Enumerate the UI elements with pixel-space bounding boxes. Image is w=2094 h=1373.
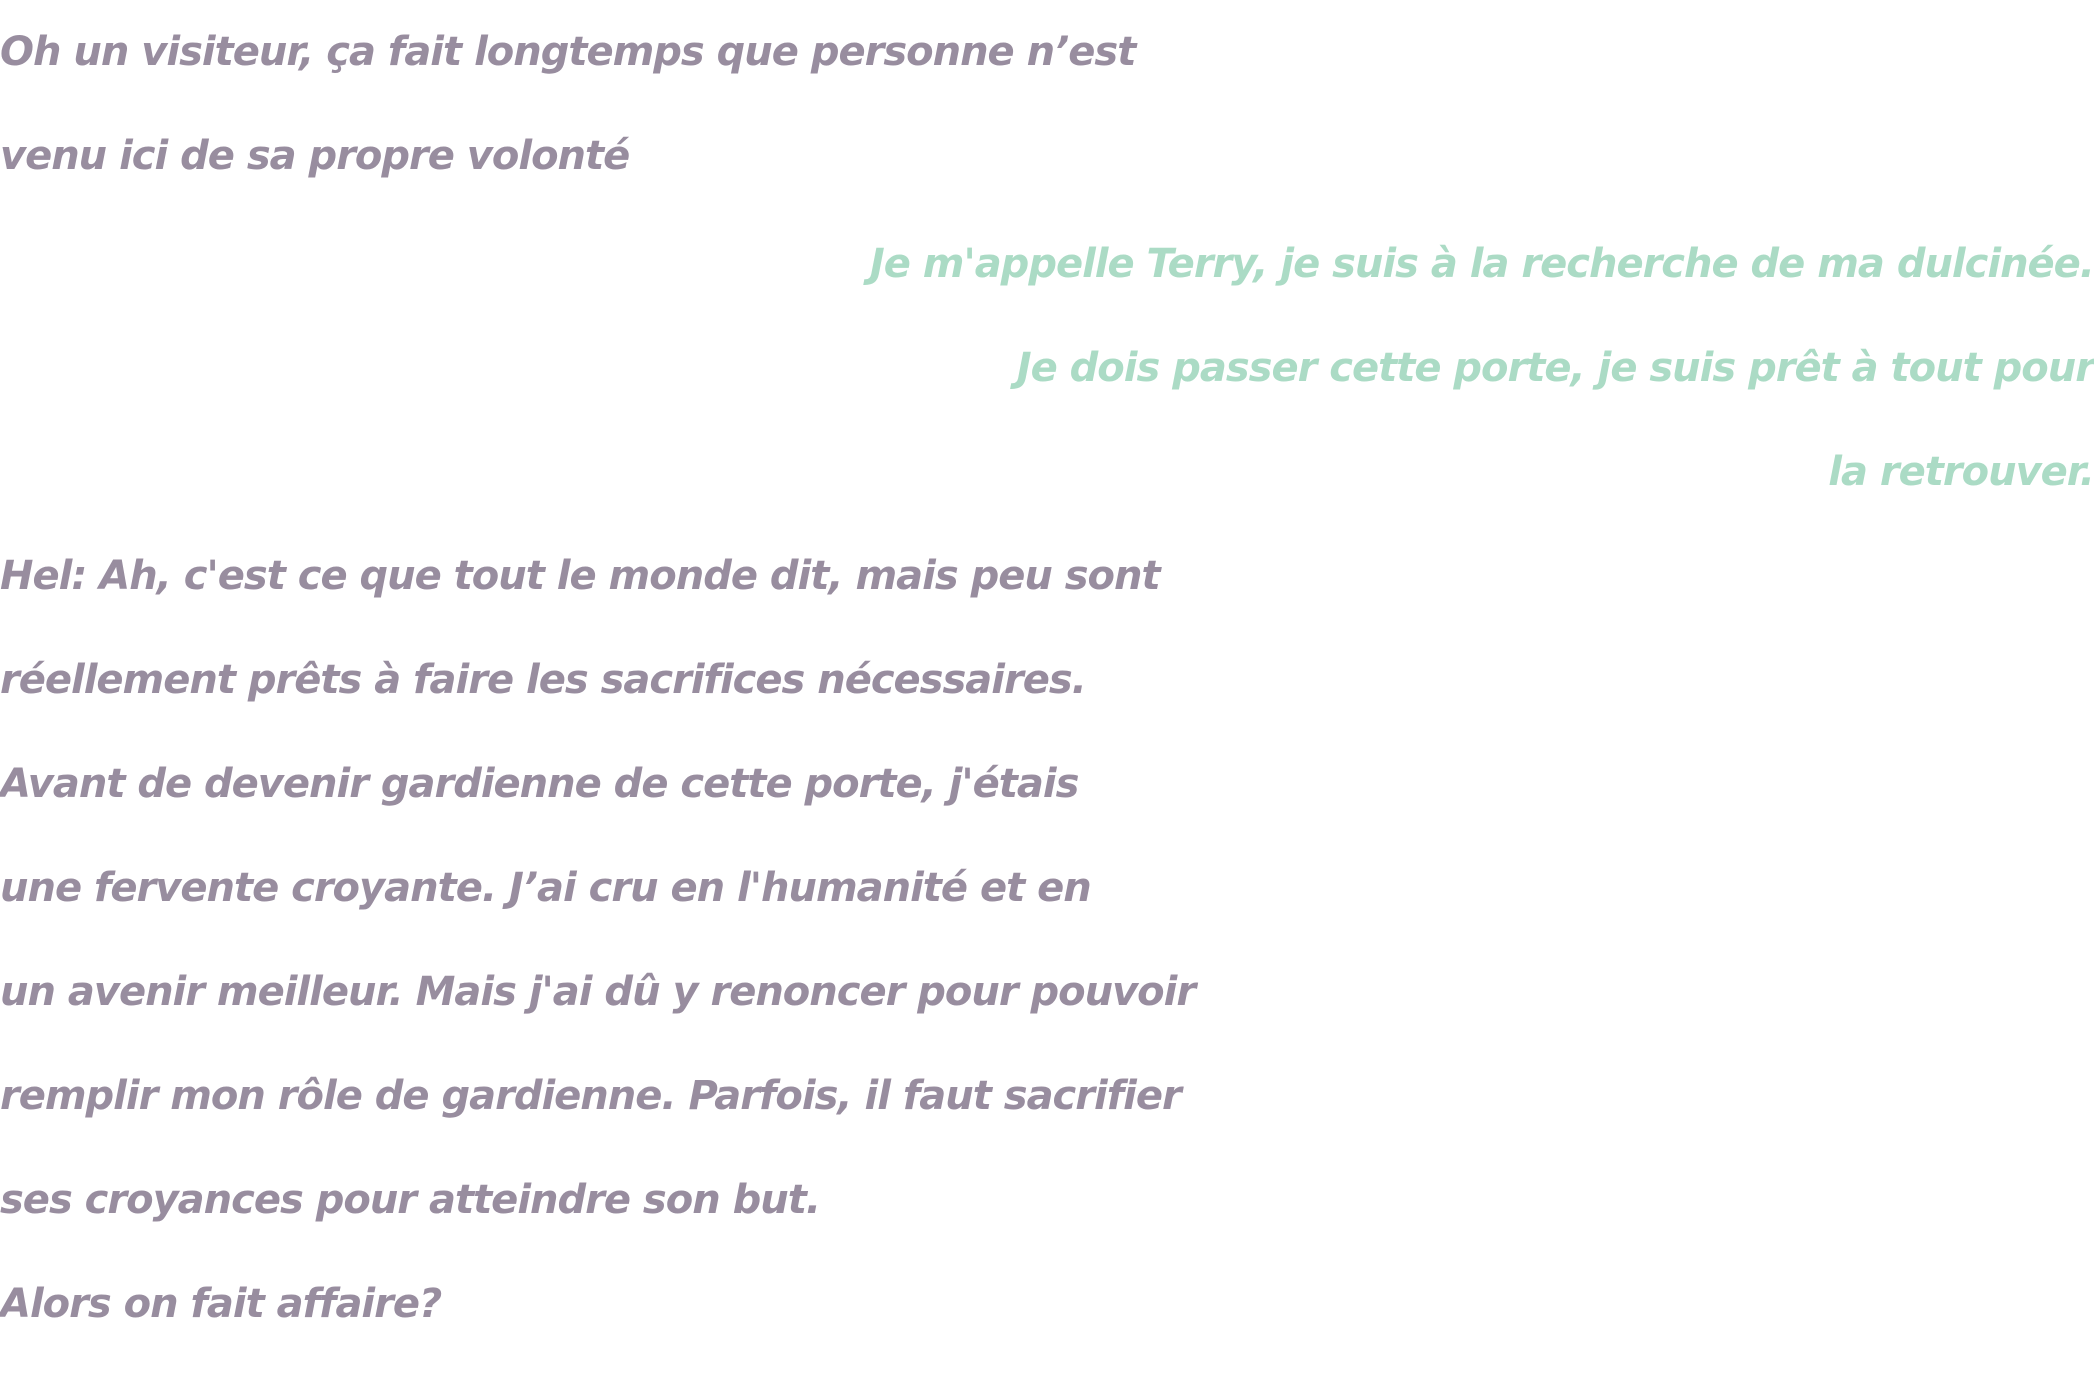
player-reply-line: Je dois passer cette porte, je suis prêt… bbox=[1016, 345, 2094, 391]
npc-response-line: Hel: Ah, c'est ce que tout le monde dit,… bbox=[0, 553, 1161, 599]
npc-intro-line: venu ici de sa propre volonté bbox=[0, 133, 630, 179]
dialogue-panel: Oh un visiteur, ça fait longtemps que pe… bbox=[0, 0, 2094, 1356]
npc-response-line: Avant de devenir gardienne de cette port… bbox=[0, 761, 1079, 807]
npc-response-line: une fervente croyante. J’ai cru en l'hum… bbox=[0, 865, 1092, 911]
player-reply-block: Je m'appelle Terry, je suis à la recherc… bbox=[0, 212, 2094, 524]
npc-intro-line: Oh un visiteur, ça fait longtemps que pe… bbox=[0, 29, 1136, 75]
npc-response-line: Alors on fait affaire? bbox=[0, 1281, 442, 1327]
npc-response-line: réellement prêts à faire les sacrifices … bbox=[0, 657, 1087, 703]
npc-response-line: un avenir meilleur. Mais j'ai dû y renon… bbox=[0, 969, 1196, 1015]
npc-response-block: Hel: Ah, c'est ce que tout le monde dit,… bbox=[0, 524, 2094, 1356]
player-reply-line: Je m'appelle Terry, je suis à la recherc… bbox=[869, 241, 2094, 287]
npc-response-line: remplir mon rôle de gardienne. Parfois, … bbox=[0, 1073, 1182, 1119]
npc-response-line: ses croyances pour atteindre son but. bbox=[0, 1177, 821, 1223]
player-reply-line: la retrouver. bbox=[1828, 449, 2094, 495]
npc-intro-block: Oh un visiteur, ça fait longtemps que pe… bbox=[0, 0, 2094, 208]
